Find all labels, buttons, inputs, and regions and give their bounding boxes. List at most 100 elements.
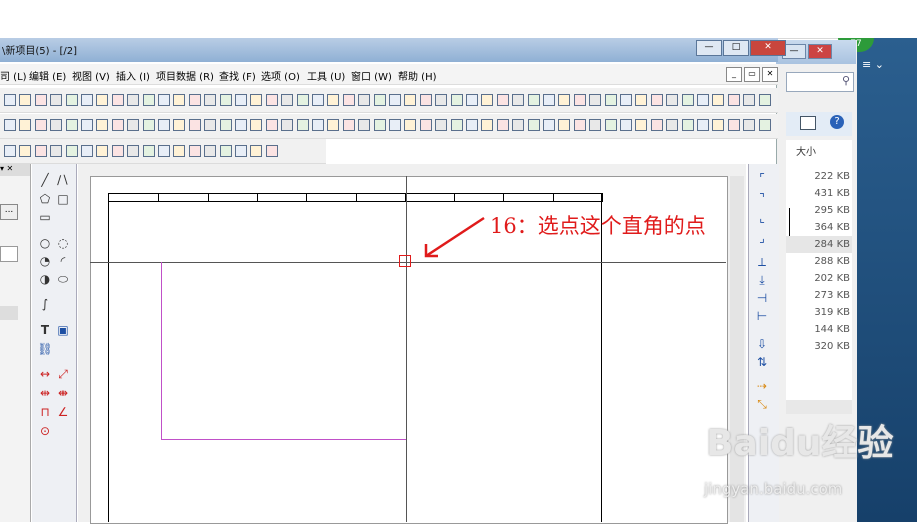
toolbar-button-icon[interactable] <box>50 145 63 157</box>
toolbar-button-icon[interactable] <box>650 94 663 106</box>
toolbar-button-icon[interactable] <box>435 94 448 106</box>
toolbar-button-icon[interactable] <box>373 119 386 131</box>
menu-find[interactable]: 查找 (F) <box>219 68 256 83</box>
toolbar-button-icon[interactable] <box>142 145 155 157</box>
link-tool-icon[interactable]: ⛓ <box>37 341 53 357</box>
toolbar-button-icon[interactable] <box>296 94 309 106</box>
toolbar-button-icon[interactable] <box>34 94 47 106</box>
toolbar-button-icon[interactable] <box>650 119 663 131</box>
corner-tool-icon[interactable]: ⌜ <box>754 170 770 186</box>
menu-project-data[interactable]: 项目数据 (R) <box>156 68 214 83</box>
file-size-cell[interactable]: 295 KB <box>786 202 852 219</box>
image-tool-icon[interactable]: ▣ <box>55 322 71 338</box>
panel-selected-item[interactable] <box>0 306 18 320</box>
toolbar-button-icon[interactable] <box>312 119 324 131</box>
toolbar-button-icon[interactable] <box>620 94 632 106</box>
toolbar-button-icon[interactable] <box>142 94 155 106</box>
circle-3pt-tool-icon[interactable]: ◌ <box>55 235 71 251</box>
toolbar-button-icon[interactable] <box>235 145 247 157</box>
toolbar-button-icon[interactable] <box>65 94 78 106</box>
panel-filter-field[interactable] <box>0 246 18 262</box>
close-button[interactable]: ✕ <box>808 44 832 59</box>
toolbar-button-icon[interactable] <box>512 94 525 106</box>
menu-edit[interactable]: 编辑 (E) <box>29 68 66 83</box>
minimize-button[interactable]: — <box>696 40 722 56</box>
toolbar-button-icon[interactable] <box>342 94 355 106</box>
toolbar-button-icon[interactable] <box>188 145 201 157</box>
toolbar-button-icon[interactable] <box>111 145 124 157</box>
spline-tool-icon[interactable]: ∫ <box>37 296 53 312</box>
toolbar-button-icon[interactable] <box>173 145 186 157</box>
explorer-search-input[interactable]: ⚲ <box>786 72 854 92</box>
toolbar-button-icon[interactable] <box>604 94 617 106</box>
toolbar-button-icon[interactable] <box>681 119 694 131</box>
toolbar-button-icon[interactable] <box>466 119 478 131</box>
toolbar-button-icon[interactable] <box>666 94 679 106</box>
corner-bottom-left-icon[interactable]: ⌞ <box>754 210 770 226</box>
toolbar-button-icon[interactable] <box>250 119 263 131</box>
toolbar-button-icon[interactable] <box>543 94 555 106</box>
toolbar-button-icon[interactable] <box>727 94 740 106</box>
toolbar-button-icon[interactable] <box>635 119 648 131</box>
toolbar-button-icon[interactable] <box>34 119 47 131</box>
file-size-cell[interactable]: 319 KB <box>786 304 852 321</box>
toolbar-button-icon[interactable] <box>419 119 432 131</box>
polygon-tool-icon[interactable]: ⬠ <box>37 191 53 207</box>
toolbar-button-icon[interactable] <box>4 145 16 157</box>
dimension-angle-icon[interactable]: ∠ <box>55 404 71 420</box>
help-icon[interactable]: ? <box>830 115 844 129</box>
toolbar-button-icon[interactable] <box>758 94 771 106</box>
toolbar-button-icon[interactable] <box>219 145 232 157</box>
snap-toggle-icon[interactable]: ⇅ <box>754 354 770 370</box>
toolbar-button-icon[interactable] <box>481 119 494 131</box>
arc-3pt-tool-icon[interactable]: ◜ <box>55 253 71 269</box>
toolbar-button-icon[interactable] <box>389 94 401 106</box>
file-size-cell[interactable]: 202 KB <box>786 270 852 287</box>
toolbar-button-icon[interactable] <box>481 94 494 106</box>
toolbar-button-icon[interactable] <box>635 94 648 106</box>
toolbar-button-icon[interactable] <box>573 94 586 106</box>
toolbar-button-icon[interactable] <box>558 94 571 106</box>
toolbar-button-icon[interactable] <box>573 119 586 131</box>
maximize-button[interactable]: □ <box>723 40 749 56</box>
toolbar-button-icon[interactable] <box>204 119 217 131</box>
toolbar-button-icon[interactable] <box>34 145 47 157</box>
toolbar-button-icon[interactable] <box>127 94 140 106</box>
toolbar-button-icon[interactable] <box>235 94 247 106</box>
toolbar-button-icon[interactable] <box>697 94 709 106</box>
toolbar-button-icon[interactable] <box>250 94 263 106</box>
ellipse-tool-icon[interactable]: ⬭ <box>55 271 71 287</box>
menu-tools[interactable]: 工具 (U) <box>307 68 345 83</box>
toolbar-button-icon[interactable] <box>450 94 463 106</box>
connection-down-icon[interactable]: ⤓ <box>754 272 770 288</box>
toolbar-button-icon[interactable] <box>681 94 694 106</box>
dimension-aligned-icon[interactable]: ⤢ <box>55 366 71 382</box>
toolbar-button-icon[interactable] <box>327 119 340 131</box>
toolbar-button-icon[interactable] <box>450 119 463 131</box>
toolbar-button-icon[interactable] <box>496 94 509 106</box>
toolbar-button-icon[interactable] <box>4 94 16 106</box>
toolbar-button-icon[interactable] <box>219 119 232 131</box>
toolbar-button-icon[interactable] <box>127 119 140 131</box>
sector-tool-icon[interactable]: ◑ <box>37 271 53 287</box>
toolbar-button-icon[interactable] <box>173 94 186 106</box>
toolbar-button-icon[interactable] <box>265 119 278 131</box>
toolbar-button-icon[interactable] <box>19 145 32 157</box>
panel-header[interactable]: ▾ ✕ <box>0 164 30 176</box>
toolbar-button-icon[interactable] <box>697 119 709 131</box>
file-size-cell[interactable]: 144 KB <box>786 321 852 338</box>
file-size-cell[interactable]: 284 KB <box>786 236 852 253</box>
toolbar-button-icon[interactable] <box>373 94 386 106</box>
toolbar-button-icon[interactable] <box>235 119 247 131</box>
toolbar-button-icon[interactable] <box>312 94 324 106</box>
toolbar-button-icon[interactable] <box>81 94 93 106</box>
toolbar-button-icon[interactable] <box>81 119 93 131</box>
menu-window[interactable]: 窗口 (W) <box>351 68 392 83</box>
toolbar-button-icon[interactable] <box>389 119 401 131</box>
toolbar-button-icon[interactable] <box>204 94 217 106</box>
toolbar-button-icon[interactable] <box>758 119 771 131</box>
toolbar-button-icon[interactable] <box>142 119 155 131</box>
toolbar-button-icon[interactable] <box>173 119 186 131</box>
toolbar-button-icon[interactable] <box>358 119 371 131</box>
line-tool-icon[interactable]: ╱ <box>37 172 53 188</box>
